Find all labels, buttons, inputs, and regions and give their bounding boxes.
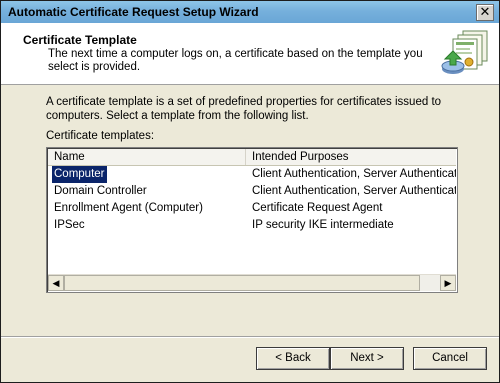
column-header-name[interactable]: Name bbox=[48, 149, 246, 165]
wizard-window: Automatic Certificate Request Setup Wiza… bbox=[0, 0, 500, 383]
row-purposes: Client Authentication, Server Authentica… bbox=[252, 185, 456, 197]
page-subtitle: The next time a computer logs on, a cert… bbox=[48, 48, 423, 73]
row-purposes: Client Authentication, Server Authentica… bbox=[252, 168, 456, 180]
list-header: Name Intended Purposes bbox=[48, 149, 456, 166]
row-purposes: IP security IKE intermediate bbox=[252, 219, 394, 231]
title-bar: Automatic Certificate Request Setup Wiza… bbox=[1, 1, 499, 23]
row-name: Enrollment Agent (Computer) bbox=[54, 202, 203, 214]
wizard-header: Certificate Template The next time a com… bbox=[1, 23, 499, 85]
back-button[interactable]: < Back bbox=[256, 347, 330, 370]
row-name: IPSec bbox=[54, 219, 85, 231]
table-row[interactable]: Domain Controller Client Authentication,… bbox=[48, 183, 456, 200]
row-name: Computer bbox=[52, 166, 107, 183]
table-row[interactable]: Computer Client Authentication, Server A… bbox=[48, 166, 456, 183]
row-purposes: Certificate Request Agent bbox=[252, 202, 383, 214]
column-header-intended-purposes[interactable]: Intended Purposes bbox=[246, 149, 456, 165]
scroll-left-button[interactable]: ◀ bbox=[48, 275, 64, 291]
table-row[interactable]: IPSec IP security IKE intermediate bbox=[48, 217, 456, 234]
arrow-left-icon: ◀ bbox=[52, 278, 60, 288]
horizontal-scrollbar[interactable]: ◀ ▶ bbox=[48, 274, 456, 291]
certificate-templates-list[interactable]: Name Intended Purposes Computer Client A… bbox=[46, 147, 458, 293]
templates-list-label: Certificate templates: bbox=[46, 130, 155, 142]
close-icon: ✕ bbox=[479, 4, 491, 19]
scrollbar-thumb[interactable] bbox=[64, 275, 420, 291]
template-description: A certificate template is a set of prede… bbox=[46, 96, 442, 122]
list-rows: Computer Client Authentication, Server A… bbox=[48, 166, 456, 234]
close-button[interactable]: ✕ bbox=[476, 4, 494, 21]
next-button[interactable]: Next > bbox=[330, 347, 404, 370]
cancel-button[interactable]: Cancel bbox=[413, 347, 487, 370]
scroll-right-button[interactable]: ▶ bbox=[440, 275, 456, 291]
arrow-right-icon: ▶ bbox=[444, 278, 452, 288]
page-title: Certificate Template bbox=[23, 33, 137, 47]
window-title: Automatic Certificate Request Setup Wiza… bbox=[8, 5, 259, 19]
table-row[interactable]: Enrollment Agent (Computer) Certificate … bbox=[48, 200, 456, 217]
row-name: Domain Controller bbox=[54, 185, 147, 197]
footer-divider bbox=[1, 336, 499, 338]
certificate-wizard-icon bbox=[441, 30, 488, 74]
